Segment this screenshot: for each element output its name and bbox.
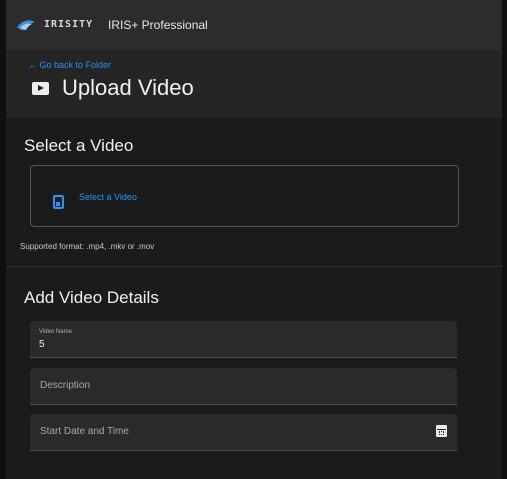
video-details-heading: Add Video Details (24, 288, 159, 307)
video-dropzone[interactable]: Select a Video (30, 165, 459, 227)
start-date-field[interactable]: Start Date and Time (30, 414, 457, 451)
dropzone-label: Select a Video (79, 192, 137, 202)
product-name: IRIS+ Professional (108, 18, 208, 32)
irisity-logo-icon (17, 20, 35, 31)
description-field[interactable]: Description (30, 368, 457, 405)
calendar-icon[interactable] (436, 425, 447, 437)
app-window: IRISITY IRIS+ Professional ← Go back to … (6, 0, 502, 479)
start-date-placeholder: Start Date and Time (40, 426, 129, 437)
file-upload-icon (53, 195, 64, 209)
page-title: Upload Video (62, 75, 194, 100)
logo-text: IRISITY (44, 19, 94, 30)
section-divider (6, 266, 502, 267)
description-placeholder: Description (40, 380, 91, 391)
video-name-field[interactable]: Video Name 5 (30, 321, 457, 358)
video-name-label: Video Name (39, 329, 72, 335)
page-header: ← Go back to Folder Upload Video (6, 50, 502, 118)
video-name-value: 5 (39, 339, 45, 350)
back-to-folder-link[interactable]: ← Go back to Folder (28, 60, 111, 70)
top-app-bar: IRISITY IRIS+ Professional (6, 0, 502, 50)
supported-format-hint: Supported format: .mp4, .mkv or .mov (20, 242, 155, 251)
back-link-label: Go back to Folder (39, 60, 112, 70)
video-icon (32, 82, 49, 95)
arrow-left-icon: ← (28, 60, 37, 70)
select-video-heading: Select a Video (24, 136, 134, 155)
